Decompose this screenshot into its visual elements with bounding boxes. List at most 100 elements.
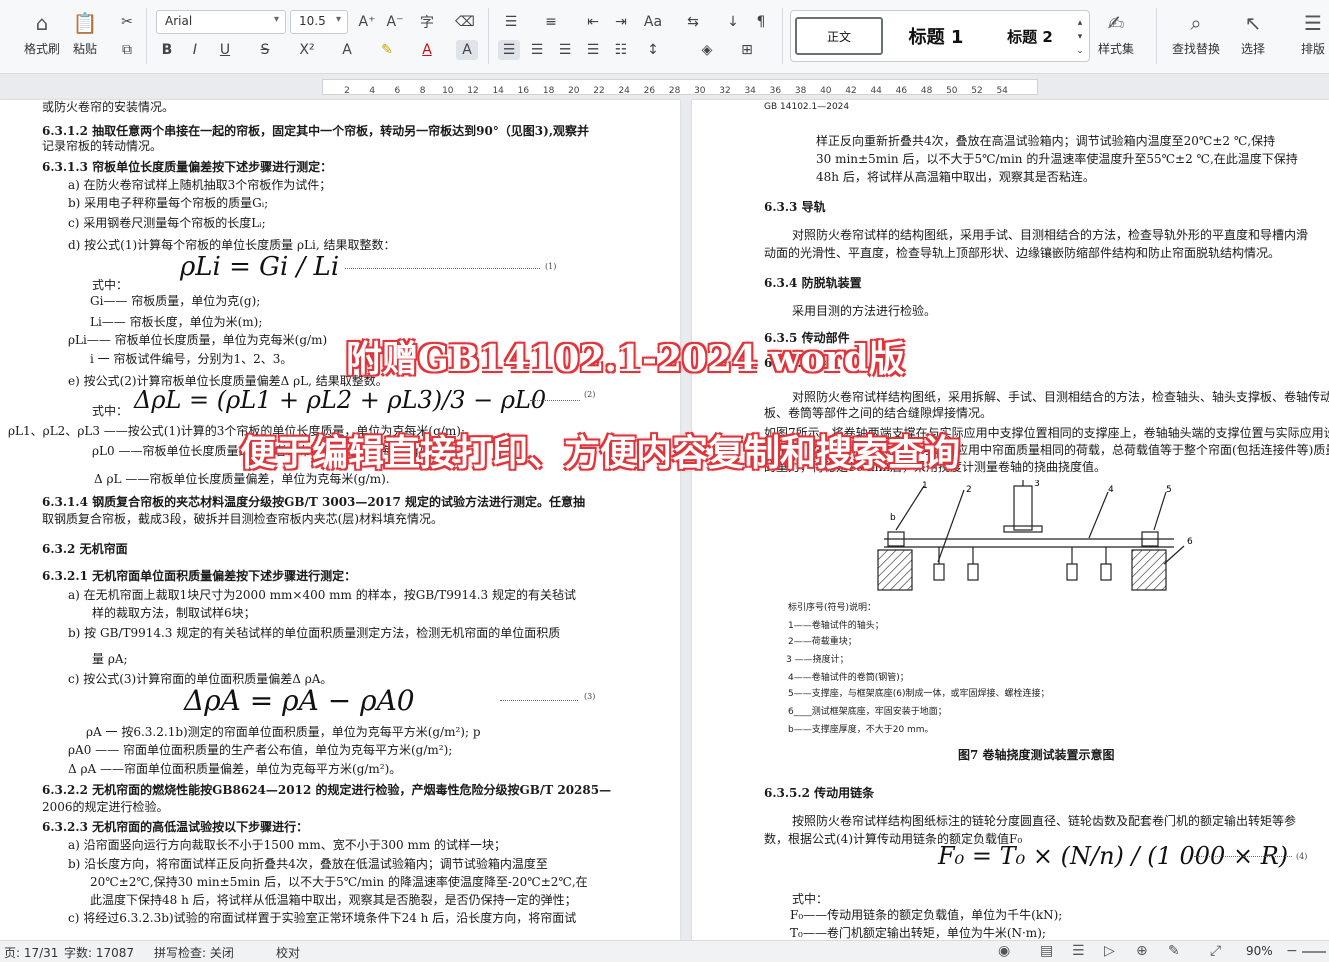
text-line: 6.3.2.2 无机帘面的燃烧性能按GB8624—2012 的规定进行检验，产烟…	[42, 783, 612, 797]
text-line: 动面的光滑性、平直度，检查导轨上顶部形状、边缘镶嵌防缩部件结构和防止帘面脱轨结构…	[764, 246, 1281, 260]
text-line: 量 ρA;	[92, 652, 128, 666]
text-line: 样正反向重新折叠共4次，叠放在高温试验箱内；调节试验箱内温度至20℃±2 ℃,保…	[816, 134, 1276, 148]
spell-check-toggle[interactable]: 拼写检查: 关闭	[154, 944, 234, 961]
text-line: e) 按公式(2)计算帘板单位长度质量偏差Δ ρL, 结果取整数。	[68, 374, 388, 388]
style-heading-2[interactable]: 标题 2	[987, 17, 1073, 55]
ruler-tick: 16	[517, 86, 530, 96]
find-replace-button[interactable]: ⌕ 查找替换	[1172, 10, 1220, 57]
expand-gallery-icon[interactable]: ⌄	[1073, 41, 1087, 61]
figure-label-6: 6	[1187, 537, 1193, 547]
underline-icon[interactable]: U	[214, 40, 236, 60]
zoom-slider[interactable]	[1302, 951, 1326, 953]
border-icon[interactable]: ⊞	[736, 40, 758, 60]
text-line: 板、卷筒等部件之间的结合缝隙焊接情况。	[764, 406, 993, 420]
text-line: 1——卷轴试件的轴头；	[788, 621, 884, 631]
strikethrough-icon[interactable]: S	[254, 40, 276, 60]
italic-icon[interactable]: I	[184, 40, 206, 60]
text-line: a) 在防火卷帘试样上随机抽取3个帘板作为试件；	[68, 178, 332, 192]
text-line: ρLi—— 帘板单位长度质量，单位为克每米(g/m)	[68, 333, 328, 347]
style-normal[interactable]: 正文	[795, 17, 883, 55]
highlight-icon[interactable]: ✎	[376, 40, 398, 60]
ruler-tick: 6	[394, 86, 401, 96]
clear-format-icon[interactable]: ⌫	[454, 12, 476, 32]
text-line: 30 min±5min 后，以不大于5℃/min 的升温速率使温度升至55℃±2…	[816, 152, 1298, 166]
page-indicator[interactable]: 页: 17/31	[4, 944, 58, 961]
ruler-tick: 12	[467, 86, 479, 96]
char-shading-icon[interactable]: A	[456, 40, 478, 60]
justify-icon[interactable]: ☰	[582, 40, 604, 60]
shading-icon[interactable]: ◈	[696, 40, 718, 60]
text-line: 6.3.1.3 帘板单位长度质量偏差按下述步骤进行测定：	[42, 160, 333, 174]
status-bar: 页: 17/31 字数: 17087 拼写检查: 关闭 校对 ◉ ▤ ☰ ▷ ⊕…	[0, 940, 1329, 962]
shrink-font-icon[interactable]: A⁻	[384, 12, 406, 32]
font-size-select[interactable]: 10.5 ▾	[290, 10, 348, 34]
word-count[interactable]: 字数: 17087	[64, 944, 134, 961]
format-painter-button[interactable]: ⌂ 格式刷	[24, 10, 60, 57]
ruler-scale[interactable]: 2 4 6 8 10 12 14 16 18 20 22 24 26 28 30 32 34 36 38 40 42 44…	[322, 79, 1038, 96]
paste-button[interactable]: 📋 粘贴	[72, 10, 98, 57]
text-effect-icon[interactable]: A	[336, 40, 358, 60]
case-icon[interactable]: Aa	[642, 12, 664, 32]
page-view-icon[interactable]: ▤	[1040, 943, 1053, 959]
phonetic-icon[interactable]: 字	[416, 12, 438, 32]
font-color-icon[interactable]: A	[416, 40, 438, 60]
ruler-tick: 54	[996, 86, 1008, 96]
select-button[interactable]: ↖ 选择	[1240, 10, 1266, 57]
distribute-icon[interactable]: ☷	[610, 40, 632, 60]
show-marks-icon[interactable]: ¶	[750, 12, 772, 32]
ruler-tick: 50	[946, 86, 958, 96]
text-direction-icon[interactable]: ⇆	[682, 12, 704, 32]
line-spacing-icon[interactable]: ↕	[642, 40, 664, 60]
text-line: F₀——传动用链条的额定负载值，单位为千牛(kN);	[790, 908, 1063, 922]
font-family-select[interactable]: Arial ▾	[156, 10, 286, 34]
style-set-button[interactable]: ✍ 样式集	[1098, 10, 1134, 57]
figure-label-5: 5	[1166, 485, 1172, 495]
ruler-tick: 48	[920, 86, 933, 96]
zoom-level[interactable]: 90%	[1246, 944, 1273, 958]
align-right-icon[interactable]: ☰	[554, 40, 576, 60]
document-page-right[interactable]: GB 14102.1—2024 1 2 3 4 5 6 b F₀ = T₀ × …	[692, 100, 1329, 940]
load-block	[1066, 563, 1078, 581]
text-line: 采用目测的方法进行检验。	[792, 304, 937, 318]
bullet-list-icon[interactable]: ☰	[500, 12, 522, 32]
superscript-icon[interactable]: X²	[296, 40, 318, 60]
increase-indent-icon[interactable]: ⇥	[610, 12, 632, 32]
grow-font-icon[interactable]: A⁺	[356, 12, 378, 32]
load-block	[967, 563, 979, 581]
fit-page-icon[interactable]: ⤢	[1210, 943, 1221, 959]
proofread-button[interactable]: 校对	[276, 944, 300, 961]
promo-overlay-line-1: 附赠GB14102.1-2024 word版	[346, 338, 905, 380]
typeset-button[interactable]: ☰ 排版	[1300, 10, 1326, 57]
style-heading-1[interactable]: 标题 1	[891, 17, 981, 55]
text-line: 2——荷载重块；	[788, 637, 857, 647]
cut-icon[interactable]: ✂	[116, 12, 138, 32]
figure-label-2: 2	[966, 485, 972, 495]
ruler-tick: 2	[344, 86, 350, 96]
ruler-tick: 24	[618, 86, 630, 96]
outline-view-icon[interactable]: ☰	[1072, 943, 1085, 959]
text-line: T₀——卷门机额定输出转矩，单位为牛米(N·m);	[790, 926, 1046, 940]
text-line: 3 ——挠度计；	[786, 655, 849, 665]
ruler-tick: 42	[845, 86, 857, 96]
decrease-indent-icon[interactable]: ⇤	[582, 12, 604, 32]
text-line: b) 采用电子秤称量每个帘板的质量Gᵢ;	[68, 196, 269, 210]
align-center-icon[interactable]: ☰	[526, 40, 548, 60]
web-view-icon[interactable]: ⊕	[1136, 943, 1148, 959]
play-icon[interactable]: ▷	[1104, 943, 1115, 959]
numbered-list-icon[interactable]: ≡	[540, 12, 562, 32]
text-line: Li—— 帘板长度，单位为米(m);	[90, 315, 263, 329]
copy-icon[interactable]: ⧉	[116, 40, 138, 60]
eye-icon[interactable]: ◉	[998, 943, 1010, 959]
formula-1: ρLi = Gi / Li	[180, 252, 340, 282]
zoom-out-icon[interactable]: −	[1286, 943, 1298, 959]
sort-icon[interactable]: ↓	[722, 12, 744, 32]
equation-number: (1)	[545, 262, 557, 271]
bold-icon[interactable]: B	[156, 40, 178, 60]
load-block	[933, 563, 945, 581]
leader-dots	[530, 400, 580, 401]
align-left-icon[interactable]: ☰	[498, 40, 520, 60]
pen-icon[interactable]: ✎	[1168, 943, 1180, 959]
text-line: b) 沿长度方向，将帘面试样正反向折叠共4次，叠放在低温试验箱内；调节试验箱内温…	[68, 857, 548, 871]
figure-7-diagram: 1 2 3 4 5 6 b	[877, 480, 1193, 591]
document-page-left[interactable]: ρLi = Gi / Li (1) ΔρL = (ρL1 + ρL2 + ρL3…	[0, 100, 680, 940]
